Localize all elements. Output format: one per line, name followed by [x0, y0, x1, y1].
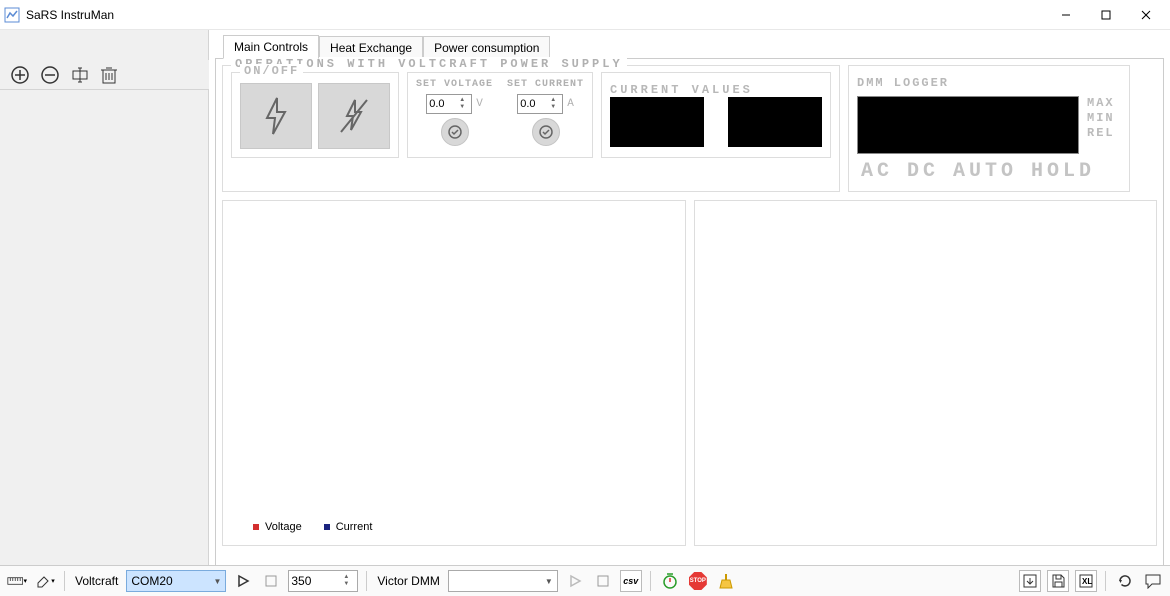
- voltage-display: [610, 97, 704, 147]
- main-area: Main Controls Heat Exchange Power consum…: [209, 30, 1170, 565]
- current-values-title: CURRENT VALUES: [610, 83, 822, 97]
- legend-marker-current: [324, 524, 330, 530]
- apply-current-button[interactable]: [532, 118, 560, 146]
- voltcraft-stop-button[interactable]: [260, 570, 282, 592]
- stop-sign-icon[interactable]: STOP: [687, 570, 709, 592]
- dmm-indicators: MAX MIN REL: [1087, 96, 1115, 140]
- minimize-button[interactable]: [1046, 1, 1086, 29]
- clean-icon[interactable]: [715, 570, 737, 592]
- dmm-logger-group: DMM LOGGER MAX MIN REL AC DC AUTO HOLD: [848, 65, 1130, 192]
- dmm-dc-label: DC: [907, 160, 939, 183]
- delete-icon[interactable]: [100, 65, 118, 85]
- tab-panel: OPERATIONS WITH VOLTCRAFT POWER SUPPLY O…: [215, 58, 1164, 566]
- tab-main-controls[interactable]: Main Controls: [223, 35, 319, 59]
- app-icon: [4, 7, 20, 23]
- voltcraft-port-combo[interactable]: COM20▼: [126, 570, 226, 592]
- onoff-group: ON/OFF: [231, 72, 399, 158]
- svg-text:XL: XL: [1082, 577, 1092, 586]
- voltage-input[interactable]: 0.0▲▼: [426, 94, 472, 114]
- victor-play-button[interactable]: [564, 570, 586, 592]
- operations-group: OPERATIONS WITH VOLTCRAFT POWER SUPPLY O…: [222, 65, 840, 192]
- remove-icon[interactable]: [40, 65, 60, 85]
- victor-stop-button[interactable]: [592, 570, 614, 592]
- dmm-ac-label: AC: [861, 160, 893, 183]
- rename-icon[interactable]: [70, 65, 90, 85]
- save-icon[interactable]: [1047, 570, 1069, 592]
- current-display: [728, 97, 822, 147]
- victor-label: Victor DMM: [375, 574, 441, 588]
- dmm-title: DMM LOGGER: [857, 76, 1121, 90]
- tab-strip: Main Controls Heat Exchange Power consum…: [223, 32, 1164, 58]
- tab-power-consumption[interactable]: Power consumption: [423, 36, 550, 59]
- close-button[interactable]: [1126, 1, 1166, 29]
- current-unit: A: [567, 98, 574, 110]
- comment-icon[interactable]: [1142, 570, 1164, 592]
- chart-legend: Voltage Current: [253, 521, 372, 533]
- add-icon[interactable]: [10, 65, 30, 85]
- set-current-label: SET CURRENT: [507, 79, 584, 90]
- refresh-icon[interactable]: [1114, 570, 1136, 592]
- maximize-button[interactable]: [1086, 1, 1126, 29]
- dmm-max-label: MAX: [1087, 96, 1115, 110]
- titlebar: SaRS InstruMan: [0, 0, 1170, 30]
- chart-left: Voltage Current: [222, 200, 686, 546]
- export-xl-icon[interactable]: XL: [1075, 570, 1097, 592]
- eraser-icon[interactable]: ▾: [34, 570, 56, 592]
- current-input[interactable]: 0.0▲▼: [517, 94, 563, 114]
- dmm-auto-label: AUTO: [953, 160, 1017, 183]
- dmm-min-label: MIN: [1087, 111, 1115, 125]
- interval-input[interactable]: 350▲▼: [288, 570, 358, 592]
- timer-icon[interactable]: [659, 570, 681, 592]
- voltcraft-label: Voltcraft: [73, 574, 120, 588]
- power-off-button[interactable]: [318, 83, 390, 149]
- window-title: SaRS InstruMan: [26, 8, 1046, 22]
- csv-export-button[interactable]: csv: [620, 570, 642, 592]
- side-panel: ⋯ 25/01/2016 19:08:6: [0, 30, 209, 565]
- legend-marker-voltage: [253, 524, 259, 530]
- set-values-group: SET VOLTAGE 0.0▲▼ V SET CURRENT: [407, 72, 593, 158]
- dmm-mode-row: AC DC AUTO HOLD: [857, 160, 1121, 183]
- power-on-button[interactable]: [240, 83, 312, 149]
- apply-voltage-button[interactable]: [441, 118, 469, 146]
- dmm-rel-label: REL: [1087, 126, 1115, 140]
- legend-label-current: Current: [336, 521, 373, 533]
- voltcraft-play-button[interactable]: [232, 570, 254, 592]
- set-voltage-label: SET VOLTAGE: [416, 79, 493, 90]
- legend-label-voltage: Voltage: [265, 521, 302, 533]
- voltage-unit: V: [476, 98, 483, 110]
- onoff-label: ON/OFF: [240, 64, 303, 78]
- ruler-icon[interactable]: ▾: [6, 570, 28, 592]
- tab-heat-exchange[interactable]: Heat Exchange: [319, 36, 423, 59]
- dmm-hold-label: HOLD: [1031, 160, 1095, 183]
- current-values-group: CURRENT VALUES: [601, 72, 831, 158]
- status-bar: ▾ ▾ Voltcraft COM20▼ 350▲▼ Victor DMM ▼ …: [0, 565, 1170, 596]
- victor-port-combo[interactable]: ▼: [448, 570, 558, 592]
- import-icon[interactable]: [1019, 570, 1041, 592]
- chart-right: [694, 200, 1158, 546]
- dmm-display: [857, 96, 1079, 154]
